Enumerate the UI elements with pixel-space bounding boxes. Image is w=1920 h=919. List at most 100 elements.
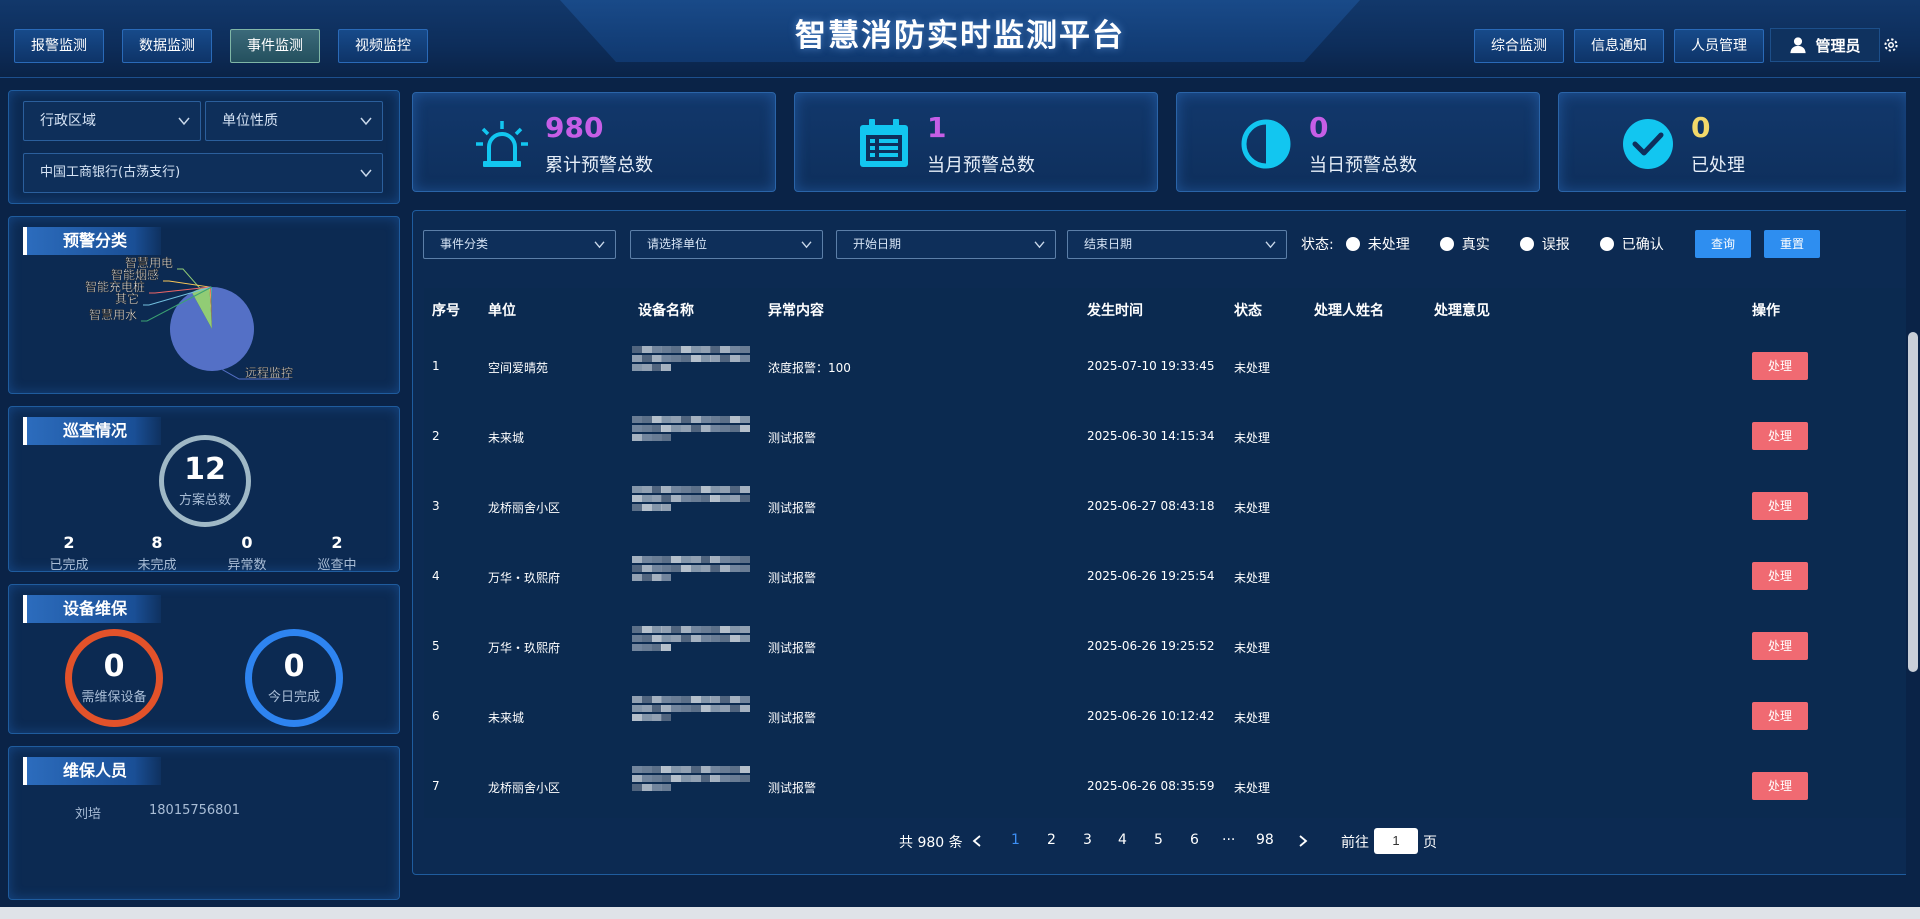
end-date-select[interactable]: 结束日期 (1067, 230, 1287, 259)
cell-time: 2025-06-26 08:35:59 (1087, 779, 1215, 793)
chevron-down-icon (801, 241, 812, 249)
cell-unit: 万华・玖熙府 (488, 571, 561, 585)
page-5[interactable]: 5 (1154, 832, 1163, 848)
nav-event-monitor[interactable]: 事件监测 (230, 29, 320, 63)
cell-index: 6 (432, 709, 440, 723)
process-button[interactable]: 处理 (1752, 562, 1808, 590)
nav-alarm-monitor[interactable]: 报警监测 (14, 29, 104, 63)
page-98[interactable]: 98 (1256, 832, 1274, 848)
settings-gear-icon[interactable] (1882, 36, 1900, 54)
user-icon (1790, 37, 1807, 54)
col-header: 操作 (1752, 303, 1780, 319)
nav-staff-management[interactable]: 人员管理 (1674, 29, 1764, 63)
maintenance-staff-panel: 维保人员 刘培 18015756801 (8, 746, 400, 900)
page-4[interactable]: 4 (1118, 832, 1127, 848)
process-button[interactable]: 处理 (1752, 352, 1808, 380)
col-header: 发生时间 (1087, 303, 1143, 319)
redacted-device-name (632, 766, 750, 806)
cell-status: 未处理 (1234, 431, 1271, 445)
event-unit-label: 请选择单位 (647, 237, 708, 251)
filter-panel: 行政区域 单位性质 中国工商银行(古荡支行) (8, 90, 400, 204)
table-row: 5 万华・玖熙府 测试报警 2025-06-26 19:25:52 未处理 处理 (424, 612, 1908, 682)
radio-dot (1519, 237, 1534, 251)
radio-dot (1439, 237, 1454, 251)
radio-dot (1345, 237, 1360, 251)
horizontal-scrollbar[interactable] (0, 907, 1920, 919)
process-button[interactable]: 处理 (1752, 492, 1808, 520)
cell-content: 浓度报警：100 (768, 361, 851, 375)
table-row: 1 空间爱晴苑 浓度报警：100 2025-07-10 19:33:45 未处理 处理 (424, 332, 1908, 402)
page-ellipsis[interactable]: ··· (1222, 832, 1235, 848)
goto-page-input[interactable] (1374, 828, 1418, 854)
card-processed: 0 已处理 (1558, 92, 1910, 192)
status-radio-false-alarm[interactable]: 误报 (1519, 234, 1570, 254)
unit-select-label: 中国工商银行(古荡支行) (40, 165, 181, 180)
pie-label: 智慧用水 (89, 307, 137, 322)
col-header: 状态 (1234, 303, 1262, 319)
page-3[interactable]: 3 (1083, 832, 1092, 848)
page-6[interactable]: 6 (1190, 832, 1199, 848)
status-radio-unprocessed[interactable]: 未处理 (1345, 234, 1410, 254)
status-radio-confirmed[interactable]: 已确认 (1599, 234, 1664, 254)
done-today-ring: 0 今日完成 (245, 629, 343, 727)
process-button[interactable]: 处理 (1752, 422, 1808, 450)
staff-name: 刘培 (75, 807, 102, 822)
chevron-down-icon (1034, 241, 1045, 249)
patrol-total-value: 12 (184, 451, 226, 487)
start-date-select[interactable]: 开始日期 (836, 230, 1056, 259)
maintenance-title: 设备维保 (23, 595, 161, 623)
process-button[interactable]: 处理 (1752, 632, 1808, 660)
nav-overview[interactable]: 综合监测 (1474, 29, 1564, 63)
cell-index: 5 (432, 639, 440, 653)
chevron-down-icon (594, 241, 605, 249)
pie-leader-line (163, 280, 210, 288)
cell-index: 1 (432, 359, 440, 373)
nav-video-monitor[interactable]: 视频监控 (338, 29, 428, 63)
pie-leader-line (177, 268, 201, 289)
table-header: 序号 单位 设备名称 异常内容 发生时间 状态 处理人姓名 处理意见 操作 (424, 288, 1908, 332)
next-page-icon[interactable] (1298, 835, 1308, 847)
chevron-down-icon (1265, 241, 1276, 249)
redacted-device-name (632, 486, 750, 526)
unit-type-select[interactable]: 单位性质 (205, 101, 383, 141)
cell-status: 未处理 (1234, 641, 1271, 655)
cell-status: 未处理 (1234, 781, 1271, 795)
header-bar: 智慧消防实时监测平台 报警监测 数据监测 事件监测 视频监控 综合监测 信息通知… (0, 0, 1920, 78)
query-button[interactable]: 查询 (1695, 230, 1751, 258)
process-button[interactable]: 处理 (1752, 702, 1808, 730)
end-date-label: 结束日期 (1084, 237, 1133, 251)
pagination-total: 共 980 条 (899, 835, 963, 851)
page-2[interactable]: 2 (1047, 832, 1056, 848)
scrollbar-thumb[interactable] (1908, 332, 1918, 672)
table-row: 4 万华・玖熙府 测试报警 2025-06-26 19:25:54 未处理 处理 (424, 542, 1908, 612)
chevron-down-icon (360, 117, 372, 126)
status-radio-real[interactable]: 真实 (1439, 234, 1490, 254)
cell-unit: 未来城 (488, 431, 525, 445)
cell-content: 测试报警 (768, 641, 817, 655)
nav-data-monitor[interactable]: 数据监测 (122, 29, 212, 63)
user-menu[interactable]: 管理员 (1770, 28, 1880, 62)
cell-index: 7 (432, 779, 440, 793)
patrol-total-label: 方案总数 (178, 492, 231, 508)
need-maintenance-ring: 0 需维保设备 (65, 629, 163, 727)
process-button[interactable]: 处理 (1752, 772, 1808, 800)
cell-status: 未处理 (1234, 711, 1271, 725)
nav-notifications[interactable]: 信息通知 (1574, 29, 1664, 63)
stat-value: 2 (63, 533, 75, 552)
reset-button[interactable]: 重置 (1764, 230, 1820, 258)
event-unit-select[interactable]: 请选择单位 (630, 230, 823, 259)
patrol-stat-completed: 2 已完成 (29, 533, 109, 573)
cell-time: 2025-06-26 19:25:52 (1087, 639, 1215, 653)
col-header: 单位 (488, 303, 516, 319)
region-select[interactable]: 行政区域 (23, 101, 201, 141)
done-today-label: 今日完成 (267, 689, 320, 705)
event-category-select[interactable]: 事件分类 (423, 230, 616, 259)
event-table: 序号 单位 设备名称 异常内容 发生时间 状态 处理人姓名 处理意见 操作 1 空… (424, 288, 1908, 818)
redacted-device-name (632, 626, 750, 666)
patrol-total-ring: 12 方案总数 (159, 435, 251, 527)
staff-phone: 18015756801 (149, 803, 240, 818)
unit-select[interactable]: 中国工商银行(古荡支行) (23, 153, 383, 193)
prev-page-icon[interactable] (972, 835, 982, 847)
unit-type-select-label: 单位性质 (222, 113, 278, 129)
page-1[interactable]: 1 (1011, 832, 1020, 848)
